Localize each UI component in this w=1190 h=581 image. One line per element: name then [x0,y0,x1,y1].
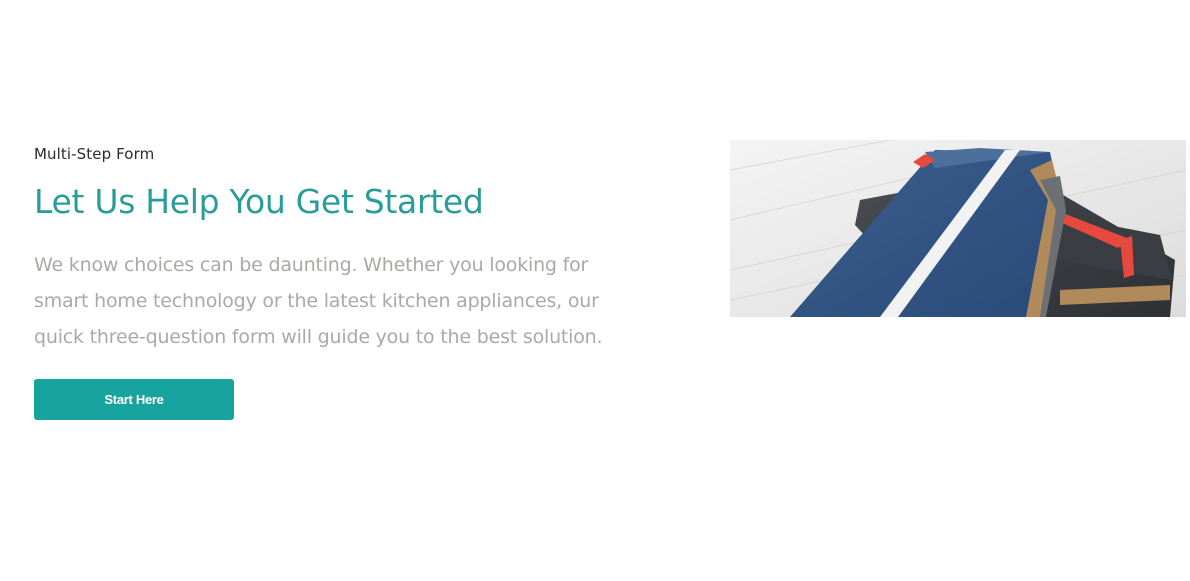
start-here-button[interactable]: Start Here [34,379,234,420]
hero-content: Multi-Step Form Let Us Help You Get Star… [34,143,634,420]
phone-cases-illustration [730,140,1186,317]
product-photo [730,140,1186,317]
page: Multi-Step Form Let Us Help You Get Star… [0,0,1190,581]
section-description: We know choices can be daunting. Whether… [34,254,603,348]
section-headline: Let Us Help You Get Started [34,182,484,221]
section-eyebrow: Multi-Step Form [34,145,155,163]
